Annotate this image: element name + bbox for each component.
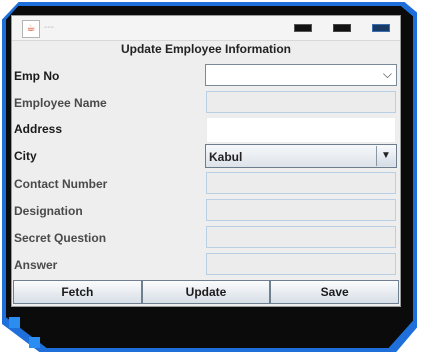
title-bar: ☕ ---	[12, 16, 400, 41]
city-value: Kabul	[209, 150, 243, 164]
designation-row: Designation	[12, 199, 400, 224]
corner-square-decoration	[29, 337, 40, 348]
form-title: Update Employee Information	[120, 42, 292, 56]
answer-field[interactable]	[206, 253, 396, 275]
secret-question-row: Secret Question	[12, 226, 400, 251]
emp-no-label: Emp No	[14, 69, 60, 83]
city-select[interactable]: Kabul ▼	[205, 144, 397, 168]
contact-number-field[interactable]	[206, 172, 396, 194]
emp-no-combobox[interactable]: ⌵	[205, 64, 397, 86]
contact-number-label: Contact Number	[14, 177, 108, 191]
secret-question-label: Secret Question	[14, 231, 107, 245]
city-label: City	[14, 149, 37, 163]
answer-label: Answer	[14, 258, 58, 272]
close-button[interactable]	[372, 24, 390, 32]
employee-name-label: Employee Name	[14, 96, 107, 110]
java-app-icon: ☕	[22, 20, 40, 38]
designation-field[interactable]	[206, 199, 396, 221]
maximize-button[interactable]	[333, 24, 351, 32]
contact-number-row: Contact Number	[12, 172, 400, 197]
city-row: City Kabul ▼	[12, 144, 400, 169]
answer-row: Answer	[12, 253, 400, 278]
window-title: ---	[44, 22, 54, 33]
designation-label: Designation	[14, 204, 83, 218]
minimize-button[interactable]	[294, 24, 312, 32]
chevron-down-icon: ⌵	[382, 67, 392, 81]
employee-name-row: Employee Name	[12, 91, 400, 116]
address-field[interactable]	[206, 117, 396, 143]
address-label: Address	[14, 122, 63, 136]
corner-square-decoration	[9, 317, 20, 328]
address-row: Address	[12, 117, 400, 143]
triangle-down-icon[interactable]: ▼	[376, 146, 395, 166]
update-button[interactable]: Update	[141, 280, 271, 304]
button-bar: Fetch Update Save	[13, 280, 400, 304]
save-button[interactable]: Save	[270, 280, 400, 304]
employee-name-field[interactable]	[206, 91, 396, 113]
emp-no-row: Emp No ⌵	[12, 64, 400, 89]
update-employee-window: ☕ --- Update Employee Information Emp No…	[11, 15, 401, 307]
secret-question-field[interactable]	[206, 226, 396, 248]
fetch-button[interactable]: Fetch	[13, 280, 142, 304]
